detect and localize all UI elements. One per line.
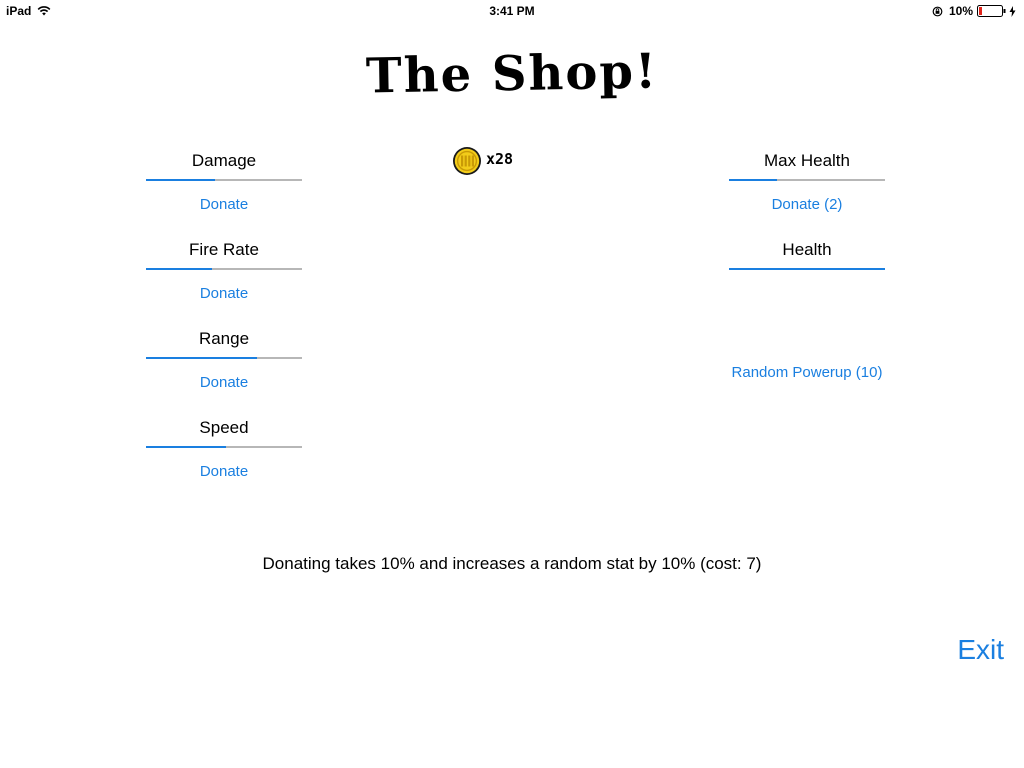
stat-label: Damage	[191, 151, 257, 170]
coin-icon	[453, 147, 481, 175]
stat-progress-fill	[729, 179, 778, 181]
stat-max-health: Max Health Donate (2)	[729, 151, 885, 213]
stat-progress-bar	[729, 268, 885, 270]
donate-fire-rate-button[interactable]: Donate	[146, 285, 302, 302]
stat-progress-fill	[146, 268, 212, 270]
stat-damage: Damage Donate	[146, 151, 302, 213]
stat-progress-bar	[146, 179, 302, 181]
stat-progress-bar	[729, 179, 885, 181]
donate-speed-button[interactable]: Donate	[146, 463, 302, 480]
stat-health: Health	[729, 240, 885, 270]
donate-range-button[interactable]: Donate	[146, 374, 302, 391]
donate-info-text: Donating takes 10% and increases a rando…	[262, 554, 762, 573]
exit-button[interactable]: Exit	[957, 634, 1004, 666]
stat-range: Range Donate	[146, 329, 302, 391]
status-right: 10%	[932, 4, 1016, 18]
charging-bolt-icon	[1009, 5, 1016, 17]
coin-counter: x28	[452, 146, 513, 176]
random-powerup-button[interactable]: Random Powerup (10)	[729, 364, 885, 381]
donate-max-health-button[interactable]: Donate (2)	[729, 196, 885, 213]
page-title: The Shop!	[365, 43, 659, 105]
stat-label: Speed	[199, 418, 249, 437]
status-time: 3:41 PM	[489, 4, 535, 18]
stat-label: Fire Rate	[189, 240, 259, 259]
stat-label: Range	[198, 329, 250, 348]
donate-damage-button[interactable]: Donate	[146, 196, 302, 213]
stat-speed: Speed Donate	[146, 418, 302, 480]
stat-label: Max Health	[764, 151, 850, 170]
stat-progress-bar	[146, 446, 302, 448]
stat-progress-fill	[146, 446, 226, 448]
stat-progress-fill	[146, 357, 257, 359]
shop-screen: iPad 3:41 PM 10% The Shop! Damage Donate…	[0, 0, 1024, 768]
status-bar: iPad 3:41 PM 10%	[0, 0, 1024, 22]
stat-progress-fill	[729, 268, 885, 270]
stat-progress-bar	[146, 268, 302, 270]
stat-progress-fill	[146, 179, 215, 181]
stat-fire-rate: Fire Rate Donate	[146, 240, 302, 302]
coin-count: x28	[486, 150, 514, 168]
battery-icon	[977, 5, 1006, 17]
battery-percent: 10%	[948, 4, 973, 18]
stat-progress-bar	[146, 357, 302, 359]
orientation-lock-icon	[932, 6, 943, 16]
stat-label: Health	[782, 240, 832, 259]
